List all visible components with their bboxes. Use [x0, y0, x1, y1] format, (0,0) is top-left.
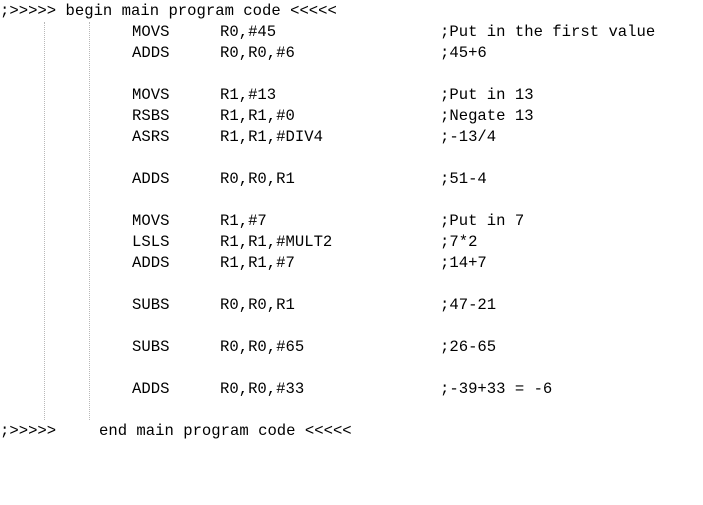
code-line: ADDS R0,R0,#33 ;-39+33 = -6 [0, 379, 552, 400]
instruction-mnemonic: ASRS [132, 128, 170, 146]
begin-banner-comment: ;>>>>> begin main program code <<<<< [0, 2, 337, 20]
code-line: MOVS R1,#13 ;Put in 13 [0, 85, 534, 106]
instruction-operands: R0,R0,R1 [220, 170, 295, 188]
instruction-comment: ;-39+33 = -6 [440, 380, 553, 398]
instruction-comment: ;7*2 [440, 233, 478, 251]
instruction-operands: R0,#45 [220, 23, 277, 41]
code-line-header: ;>>>>> begin main program code <<<<< [0, 1, 337, 22]
instruction-mnemonic: ADDS [132, 380, 170, 398]
instruction-operands: R1,#13 [220, 86, 277, 104]
code-editor[interactable]: ;>>>>> begin main program code <<<<< MOV… [0, 0, 703, 443]
instruction-comment: ;45+6 [440, 44, 487, 62]
end-banner-comment: end main program code <<<<< [99, 422, 352, 440]
instruction-operands: R0,R0,#65 [220, 338, 305, 356]
instruction-mnemonic: SUBS [132, 338, 170, 356]
instruction-operands: R0,R0,#33 [220, 380, 305, 398]
instruction-mnemonic: ADDS [132, 254, 170, 272]
code-line: LSLS R1,R1,#MULT2 ;7*2 [0, 232, 477, 253]
instruction-comment: ;14+7 [440, 254, 487, 272]
instruction-mnemonic: MOVS [132, 23, 170, 41]
code-line: SUBS R0,R0,R1 ;47-21 [0, 295, 496, 316]
code-line: SUBS R0,R0,#65 ;26-65 [0, 337, 496, 358]
instruction-operands: R1,R1,#DIV4 [220, 128, 323, 146]
instruction-mnemonic: MOVS [132, 86, 170, 104]
instruction-operands: R1,R1,#0 [220, 107, 295, 125]
instruction-comment: ;Put in the first value [440, 23, 656, 41]
instruction-comment: ;Negate 13 [440, 107, 534, 125]
instruction-comment: ;Put in 13 [440, 86, 534, 104]
instruction-mnemonic: ADDS [132, 44, 170, 62]
code-line: ADDS R0,R0,#6 ;45+6 [0, 43, 487, 64]
instruction-mnemonic: LSLS [132, 233, 170, 251]
instruction-comment: ;-13/4 [440, 128, 497, 146]
instruction-operands: R1,R1,#7 [220, 254, 295, 272]
code-line: ADDS R1,R1,#7 ;14+7 [0, 253, 487, 274]
instruction-comment: ;51-4 [440, 170, 487, 188]
code-line: ASRS R1,R1,#DIV4 ;-13/4 [0, 127, 496, 148]
end-banner-marker: ;>>>>> [0, 422, 57, 440]
instruction-mnemonic: RSBS [132, 107, 170, 125]
instruction-operands: R0,R0,R1 [220, 296, 295, 314]
instruction-comment: ;26-65 [440, 338, 497, 356]
instruction-mnemonic: SUBS [132, 296, 170, 314]
instruction-operands: R1,#7 [220, 212, 267, 230]
code-line-footer: ;>>>>> end main program code <<<<< [0, 421, 352, 442]
instruction-comment: ;Put in 7 [440, 212, 525, 230]
instruction-mnemonic: ADDS [132, 170, 170, 188]
instruction-mnemonic: MOVS [132, 212, 170, 230]
code-line: MOVS R0,#45 ;Put in the first value [0, 22, 655, 43]
code-line: MOVS R1,#7 ;Put in 7 [0, 211, 524, 232]
instruction-comment: ;47-21 [440, 296, 497, 314]
code-line: ADDS R0,R0,R1 ;51-4 [0, 169, 487, 190]
instruction-operands: R0,R0,#6 [220, 44, 295, 62]
instruction-operands: R1,R1,#MULT2 [220, 233, 333, 251]
indent-guide [44, 22, 45, 420]
code-line: RSBS R1,R1,#0 ;Negate 13 [0, 106, 534, 127]
indent-guide [89, 22, 90, 420]
